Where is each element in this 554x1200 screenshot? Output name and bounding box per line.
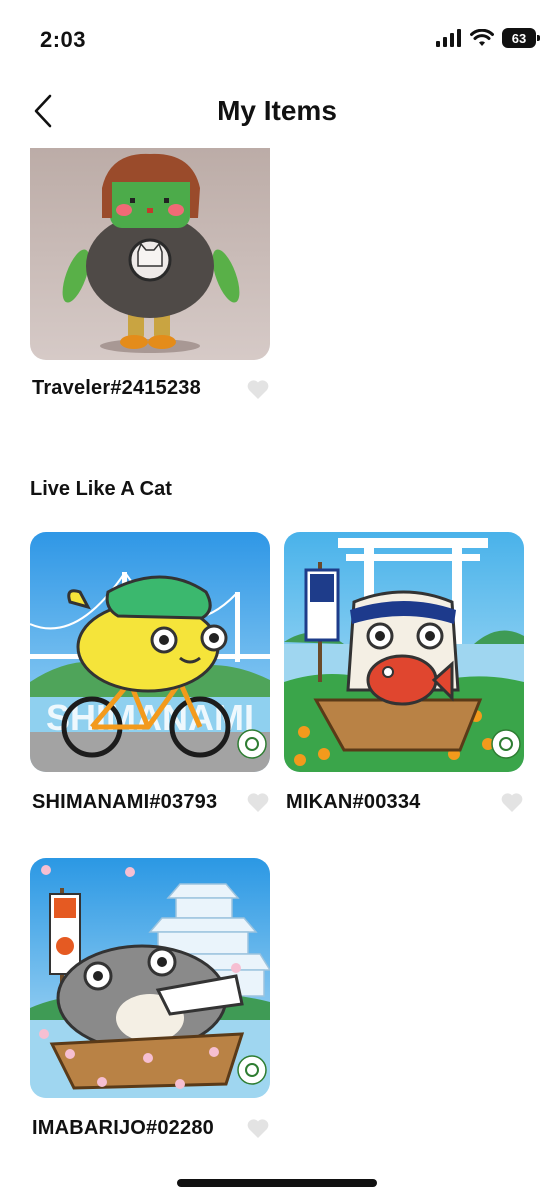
page-title: My Items xyxy=(217,95,337,126)
item-card-shimanami[interactable]: SHIMANAMI xyxy=(30,532,270,772)
battery-level: 63 xyxy=(511,30,527,46)
mikan-artwork xyxy=(284,532,524,772)
heart-icon[interactable] xyxy=(246,1117,270,1139)
home-indicator[interactable] xyxy=(177,1179,377,1187)
heart-icon[interactable] xyxy=(246,791,270,813)
battery-indicator: 63 xyxy=(502,28,540,48)
status-icons: 63 xyxy=(436,28,540,48)
item-card-imabarijo[interactable] xyxy=(30,858,270,1098)
item-name-mikan: MIKAN#00334 xyxy=(286,791,421,813)
item-card-traveler[interactable] xyxy=(30,148,270,360)
status-bar: 2:03 63 xyxy=(0,0,554,80)
item-name-traveler: Traveler#2415238 xyxy=(32,377,201,399)
section-title: Live Like A Cat xyxy=(30,478,172,500)
item-card-mikan[interactable] xyxy=(284,532,524,772)
item-name-imabarijo: IMABARIJO#02280 xyxy=(32,1117,214,1139)
wifi-icon xyxy=(470,29,494,46)
heart-icon[interactable] xyxy=(500,791,524,813)
traveler-artwork xyxy=(30,148,270,360)
nav-bar: My Items xyxy=(0,80,554,146)
item-name-shimanami: SHIMANAMI#03793 xyxy=(32,791,218,813)
imabarijo-artwork xyxy=(30,858,270,1098)
status-time: 2:03 xyxy=(40,27,87,52)
heart-icon[interactable] xyxy=(246,378,270,400)
cellular-signal-icon xyxy=(436,29,461,47)
shimanami-artwork: SHIMANAMI xyxy=(30,532,270,772)
